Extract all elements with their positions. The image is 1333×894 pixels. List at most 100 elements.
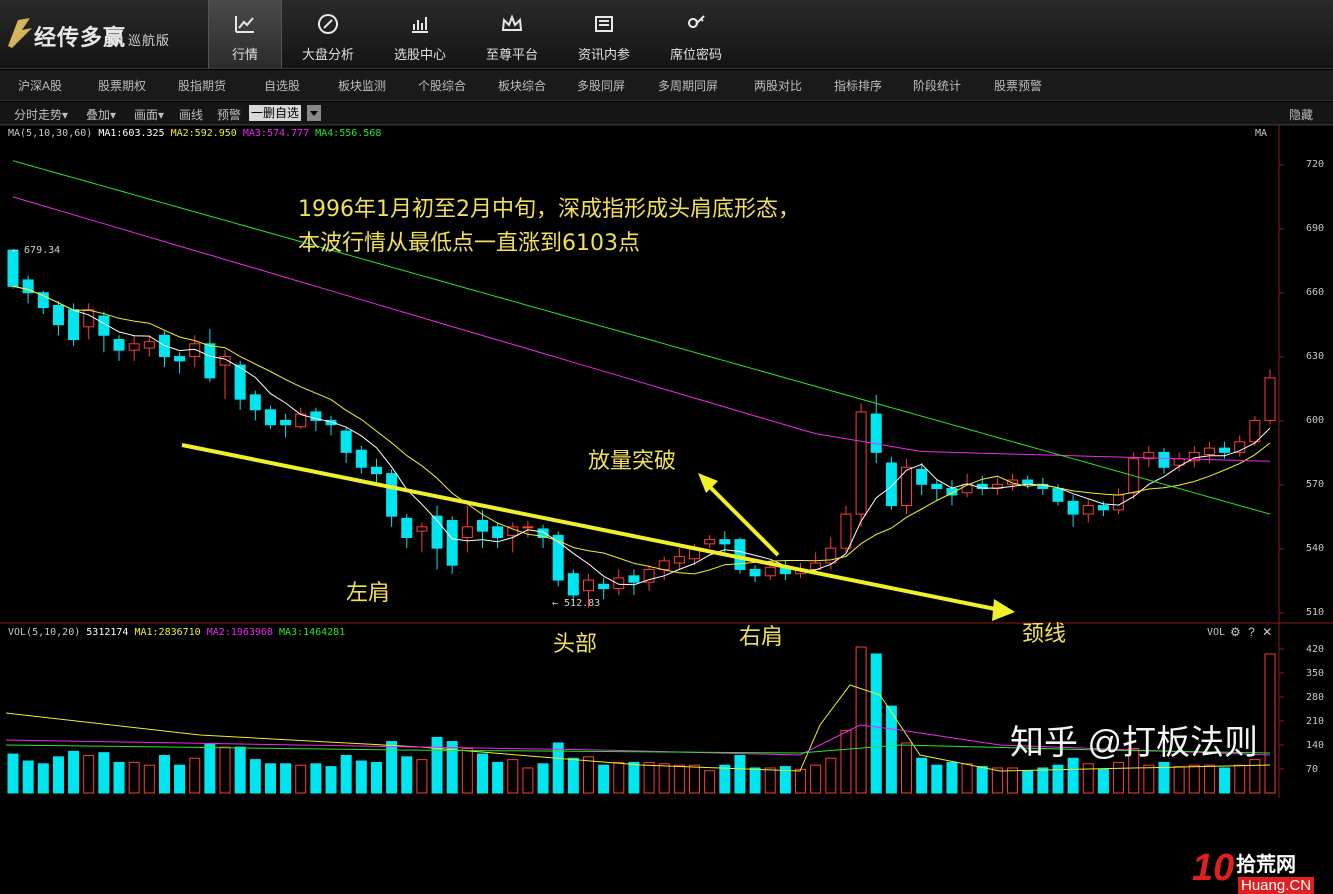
candle-body [1113,494,1125,511]
tab-1[interactable]: 股票期权 [98,77,146,94]
candle-body [916,468,928,485]
candle-body [1264,377,1276,421]
tab-10[interactable]: 指标排序 [834,77,882,94]
volume-bar [1113,761,1125,794]
volume-bar [628,761,640,794]
app-logo: 经传多赢 巡航版 [4,14,204,54]
watchlist-select[interactable]: 一删自选 [249,105,302,121]
tab-11[interactable]: 阶段统计 [913,77,961,94]
toolbar-item-3[interactable]: 画线 [179,106,203,123]
price-tick: 510 [1306,607,1325,618]
neckline-arrowhead [992,599,1015,621]
nav-chart-line[interactable]: 行情 [208,0,282,68]
candle-body [461,526,473,539]
candle-body [476,519,488,532]
volume-bar [764,767,776,794]
nav-bar-chart[interactable]: 选股中心 [374,0,466,68]
key-icon [688,15,705,28]
candle-body [704,539,716,545]
tab-4[interactable]: 板块监测 [338,77,386,94]
volume-bar [1037,767,1049,794]
high-price-label: ← 679.34 [12,245,61,256]
volume-bar [870,653,882,794]
volume-tick: 210 [1306,716,1325,727]
close-icon[interactable]: ✕ [1262,625,1272,639]
volume-bar [946,761,958,794]
tab-7[interactable]: 多股同屏 [577,77,625,94]
candle-body [734,539,746,570]
help-icon[interactable]: ? [1248,625,1255,639]
candle-body [113,339,125,351]
tab-12[interactable]: 股票预警 [994,77,1042,94]
volume-bar [1203,764,1215,794]
tab-2[interactable]: 股指期货 [178,77,226,94]
volume-bar [1219,767,1231,794]
market-tabs: 沪深A股 股票期权 股指期货 自选股 板块监测 个股综合 板块综合 多股同屏 多周期同屏 两股对比… [0,70,1333,101]
candle-body [764,566,776,577]
low-price-label: ← 512.83 [552,598,601,609]
volume-bar [325,766,337,794]
volume-bar [643,761,655,794]
volume-bar [355,760,367,794]
tab-6[interactable]: 板块综合 [498,77,546,94]
candle-body [83,309,95,328]
volume-bar [613,761,625,794]
candle-body [68,309,80,341]
volume-bar [522,767,534,794]
bar-chart-icon [412,17,428,33]
volume-bar [901,742,913,794]
volume-bar [158,754,170,794]
annotation-line2: 本波行情从最低点一直涨到6103点 [298,231,640,256]
candle-body [1022,479,1034,485]
volume-bar [249,759,261,794]
candle-body [840,513,852,549]
candle-body [658,560,670,570]
volume-bar [310,763,322,794]
candle-body [1203,447,1215,455]
volume-bar [689,764,701,794]
tab-5[interactable]: 个股综合 [418,77,466,94]
volume-bar [658,763,670,794]
newspaper-icon [595,16,613,32]
logo-mark-icon [8,18,32,48]
toolbar-item-4[interactable]: 预警 [217,106,241,123]
vol-legend: VOL(5,10,20) 5312174 MA1:2836710 MA2:196… [8,627,346,638]
nav-label: 席位密码 [669,47,722,62]
volume-bar [83,754,95,794]
nav-crown[interactable]: 至尊平台 [466,0,558,68]
volume-bar [37,763,49,794]
tab-9[interactable]: 两股对比 [754,77,802,94]
nav-newspaper[interactable]: 资讯内参 [558,0,650,68]
volume-bar [567,757,579,794]
candle-body [901,466,913,507]
toolbar-item-0[interactable]: 分时走势▾ [14,106,68,123]
toolbar-item-2[interactable]: 画面▾ [134,106,164,123]
logo-text: 经传多赢 巡航版 [34,25,171,50]
candle-body [582,579,594,592]
volume-bar [52,756,64,794]
candle-body [189,343,201,358]
head-label: 头部 [553,632,598,657]
candle-body [401,517,413,539]
tab-0[interactable]: 沪深A股 [18,77,62,94]
volume-bar [492,761,504,794]
price-tick: 690 [1306,223,1325,234]
tab-3[interactable]: 自选股 [264,77,300,94]
hide-button[interactable]: 隐藏 [1289,106,1313,123]
watchlist-dropdown-button[interactable] [307,105,321,121]
toolbar-item-1[interactable]: 叠加▾ [86,106,116,123]
nav-compass[interactable]: 大盘分析 [282,0,374,68]
candle-body [825,547,837,564]
volume-bar [476,753,488,794]
nav-key[interactable]: 席位密码 [650,0,742,68]
volume-bar [719,764,731,794]
volume-bar [22,760,34,794]
gear-icon[interactable]: ⚙ [1230,625,1241,639]
volume-bar [128,761,140,794]
volume-bar [1097,768,1109,794]
volume-bar [734,754,746,794]
tab-8[interactable]: 多周期同屏 [658,77,718,94]
ma-legend: MA(5,10,30,60) MA1:603.325 MA2:592.950 M… [8,128,382,139]
volume-bar [461,748,473,794]
volume-bar [280,763,292,794]
